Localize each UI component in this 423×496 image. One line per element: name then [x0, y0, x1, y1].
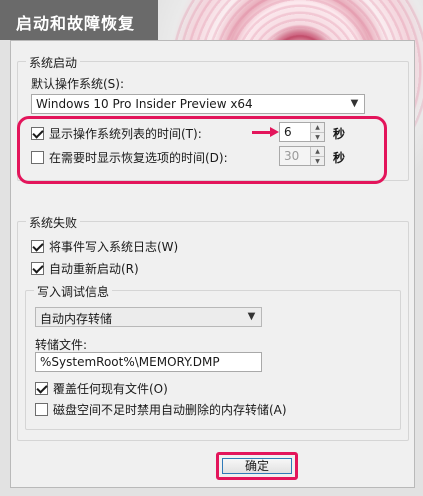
overwrite-label: 覆盖任何现有文件(O): [53, 382, 168, 396]
debug-info-title: 写入调试信息: [34, 283, 113, 300]
show-recovery-value: 30: [284, 149, 300, 163]
show-os-list-stepper[interactable]: 6 ▲ ▼: [279, 122, 325, 142]
system-startup-title: 系统启动: [26, 54, 81, 71]
ok-button[interactable]: 确定: [222, 458, 292, 474]
spin-up-icon[interactable]: ▲: [311, 123, 324, 132]
show-os-list-unit: 秒: [333, 127, 346, 141]
auto-restart-row[interactable]: 自动重新启动(R): [31, 260, 139, 277]
spin-up-icon[interactable]: ▲: [311, 147, 324, 156]
default-os-label: 默认操作系统(S):: [31, 77, 125, 91]
startup-recovery-dialog: 系统启动 默认操作系统(S): Windows 10 Pro Insider P…: [10, 40, 415, 488]
write-event-log-checkbox[interactable]: [31, 240, 44, 253]
disable-auto-delete-label: 磁盘空间不足时禁用自动删除的内存转储(A): [53, 403, 287, 417]
chevron-down-icon: ▼: [350, 98, 359, 109]
show-os-list-label: 显示操作系统列表的时间(T):: [49, 127, 202, 141]
show-os-list-row[interactable]: 显示操作系统列表的时间(T):: [31, 125, 202, 142]
show-os-list-value: 6: [284, 125, 292, 139]
disable-auto-delete-row[interactable]: 磁盘空间不足时禁用自动删除的内存转储(A): [35, 401, 287, 418]
arrow-right-icon: [252, 127, 280, 137]
dump-file-label: 转储文件:: [35, 338, 88, 352]
system-failure-title: 系统失败: [26, 214, 81, 231]
window-title: 启动和故障恢复: [0, 0, 158, 40]
disable-auto-delete-checkbox[interactable]: [35, 403, 48, 416]
show-recovery-checkbox[interactable]: [31, 151, 44, 164]
dump-type-select[interactable]: 自动内存转储 ▼: [35, 307, 262, 327]
overwrite-checkbox[interactable]: [35, 382, 48, 395]
dump-file-input[interactable]: %SystemRoot%\MEMORY.DMP: [35, 352, 262, 372]
show-recovery-stepper[interactable]: 30 ▲ ▼: [279, 146, 325, 166]
dump-type-value: 自动内存转储: [40, 312, 113, 326]
spin-down-icon[interactable]: ▼: [311, 156, 324, 166]
write-event-log-label: 将事件写入系统日志(W): [49, 240, 179, 254]
default-os-value: Windows 10 Pro Insider Preview x64: [36, 97, 253, 111]
spin-down-icon[interactable]: ▼: [311, 132, 324, 142]
write-event-log-row[interactable]: 将事件写入系统日志(W): [31, 238, 178, 255]
show-recovery-label: 在需要时显示恢复选项的时间(D):: [49, 151, 228, 165]
ok-button-highlight: 确定: [216, 452, 298, 480]
chevron-down-icon: ▼: [247, 311, 256, 322]
default-os-select[interactable]: Windows 10 Pro Insider Preview x64 ▼: [31, 94, 365, 114]
show-recovery-row[interactable]: 在需要时显示恢复选项的时间(D):: [31, 149, 228, 166]
dump-file-value: %SystemRoot%\MEMORY.DMP: [40, 355, 220, 369]
auto-restart-checkbox[interactable]: [31, 262, 44, 275]
show-os-list-checkbox[interactable]: [31, 127, 44, 140]
overwrite-row[interactable]: 覆盖任何现有文件(O): [35, 380, 168, 397]
auto-restart-label: 自动重新启动(R): [49, 262, 139, 276]
show-recovery-unit: 秒: [333, 151, 346, 165]
